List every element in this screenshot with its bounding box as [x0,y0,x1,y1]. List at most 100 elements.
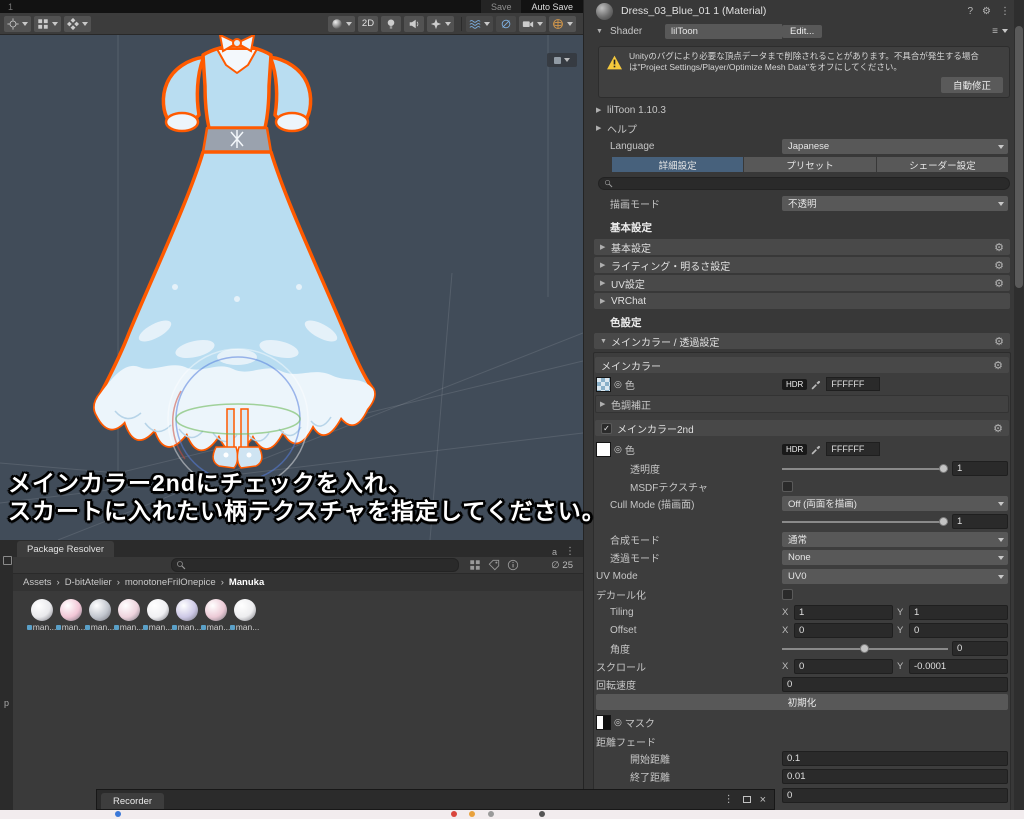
kebab-menu-icon[interactable]: ⋮ [1000,6,1010,17]
foldout-vrchat[interactable]: ▶ VRChat [594,293,1010,309]
foldout-uv-settings[interactable]: ▶ UV設定 ⚙ [594,275,1010,291]
shading-mode-button[interactable] [328,15,355,32]
taskbar-icon[interactable] [488,811,494,817]
maximize-icon[interactable] [742,796,751,803]
angle-slider[interactable] [782,642,948,655]
scene-gizmo-chip[interactable] [547,53,577,67]
language-dropdown[interactable]: Japanese [782,138,1008,154]
breadcrumb-folder[interactable]: monotoneFrilOnepice [125,577,216,588]
auto-fix-button[interactable]: 自動修正 [940,77,1003,93]
taskbar-icon[interactable] [539,811,545,817]
taskbar-icon[interactable] [469,811,475,817]
grid-snap-button[interactable] [34,15,61,32]
tiling-x-field[interactable]: 1 [794,604,893,620]
effects-toggle-button[interactable] [427,15,454,32]
rotation-speed-field[interactable]: 0 [782,676,1008,692]
object-picker-icon[interactable]: ◎ [614,717,622,728]
offset-x-field[interactable]: 0 [794,622,893,638]
gear-icon[interactable]: ⚙ [993,359,1003,372]
object-picker-icon[interactable]: ◎ [614,444,622,455]
gizmos-button[interactable] [549,15,576,32]
eyedropper-icon[interactable] [811,379,822,390]
lighting-toggle-button[interactable] [381,15,401,32]
asset-item[interactable]: man... [84,599,114,632]
taskbar-icon[interactable] [115,811,121,817]
tab-shader-settings[interactable]: シェーダー設定 [876,157,1008,172]
asset-item[interactable]: man... [171,599,201,632]
tab-detail-settings[interactable]: 詳細設定 [612,157,744,172]
taskbar-icon[interactable] [451,811,457,817]
collapsed-tab-label[interactable]: p [4,698,9,708]
gear-icon[interactable]: ⚙ [994,277,1004,290]
blend-mode-dropdown[interactable]: 通常 [782,531,1008,547]
slider-knob[interactable] [939,516,948,526]
dress-model[interactable] [85,35,450,476]
asset-item[interactable]: man... [200,599,230,632]
reset-button[interactable]: 初期化 [596,694,1008,710]
kebab-menu-icon[interactable]: ⋮ [724,794,734,805]
audio-toggle-button[interactable] [404,15,424,32]
chevron-down-icon[interactable] [1002,29,1008,33]
inspector-search-field[interactable] [598,177,1010,190]
object-picker-icon[interactable]: ◎ [614,379,622,390]
alpha-mode-dropdown[interactable]: None [782,549,1008,565]
color-hex-field[interactable]: FFFFFF [826,442,881,456]
foldout-lighting-settings[interactable]: ▶ ライティング・明るさ設定 ⚙ [594,257,1010,273]
main-texture-thumbnail[interactable] [596,376,611,392]
2d-toggle-button[interactable]: 2D [358,15,378,32]
shader-dropdown[interactable]: lilToon [665,23,782,39]
version-foldout[interactable]: ▶ lilToon 1.10.3 [596,102,1008,118]
scroll-y-field[interactable]: -0.0001 [909,658,1008,674]
foldout-main-color-group[interactable]: ▼ メインカラー / 透過設定 ⚙ [594,333,1010,349]
info-icon[interactable] [507,559,519,571]
tiling-y-field[interactable]: 1 [909,604,1008,620]
decal-checkbox[interactable] [782,588,793,600]
fade-end-field[interactable]: 0.01 [782,768,1008,784]
save-button[interactable]: Save [480,0,522,13]
breadcrumb-folder[interactable]: D-bitAtelier [65,577,112,588]
asset-item[interactable]: man... [229,599,259,632]
main2nd-header[interactable]: ✓ メインカラー2nd ⚙ [595,420,1009,436]
collapsed-tab-icon[interactable] [3,556,12,565]
foldout-base-settings[interactable]: ▶ 基本設定 ⚙ [594,239,1010,255]
slider-knob[interactable] [939,463,948,473]
inspector-search-input[interactable] [616,178,1004,189]
presets-icon[interactable]: ⚙ [982,6,991,17]
scrollbar-thumb[interactable] [1015,26,1023,288]
blend-strength-slider[interactable] [782,515,948,528]
gear-icon[interactable]: ⚙ [994,259,1004,272]
mask-texture-thumbnail[interactable] [596,714,611,730]
asset-item[interactable]: man... [26,599,56,632]
foldout-open-icon[interactable]: ▼ [596,28,607,35]
slider-knob[interactable] [860,643,869,653]
render-mode-dropdown[interactable]: 不透明 [782,195,1008,211]
tab-package-resolver[interactable]: Package Resolver [17,541,115,557]
alpha-value-field[interactable]: 1 [952,460,1008,476]
angle-value-field[interactable]: 0 [952,640,1008,656]
main2nd-checkbox[interactable]: ✓ [601,422,612,434]
tool-handle-button[interactable] [4,15,31,32]
alpha-slider[interactable] [782,462,948,475]
kebab-menu-icon[interactable]: ⋮ [565,546,575,557]
blend-strength-field[interactable]: 1 [952,513,1008,529]
project-search-field[interactable] [171,558,459,572]
gear-icon[interactable]: ⚙ [993,422,1003,435]
edit-shader-button[interactable]: Edit... [782,24,823,38]
close-icon[interactable]: × [760,794,766,806]
breadcrumb-assets[interactable]: Assets [23,577,52,588]
search-by-type-icon[interactable] [469,559,481,571]
fade-start-field[interactable]: 0.1 [782,750,1008,766]
inspector-scrollbar[interactable] [1014,0,1024,810]
color-hex-field[interactable]: FFFFFF [826,377,881,391]
project-asset-grid[interactable]: man... man... man... man... man... man..… [13,591,583,810]
hidden-objects-button[interactable] [496,15,516,32]
tab-recorder[interactable]: Recorder [101,793,165,809]
asset-item[interactable]: man... [113,599,143,632]
menu-icon[interactable]: ≡ [992,26,998,37]
fade-extra-field[interactable]: 0 [782,787,1008,803]
gear-icon[interactable]: ⚙ [994,335,1004,348]
scene-visibility-button[interactable] [466,15,493,32]
snap-settings-button[interactable] [64,15,91,32]
main2nd-texture-thumbnail[interactable] [596,441,611,457]
tab-presets[interactable]: プリセット [744,157,876,172]
